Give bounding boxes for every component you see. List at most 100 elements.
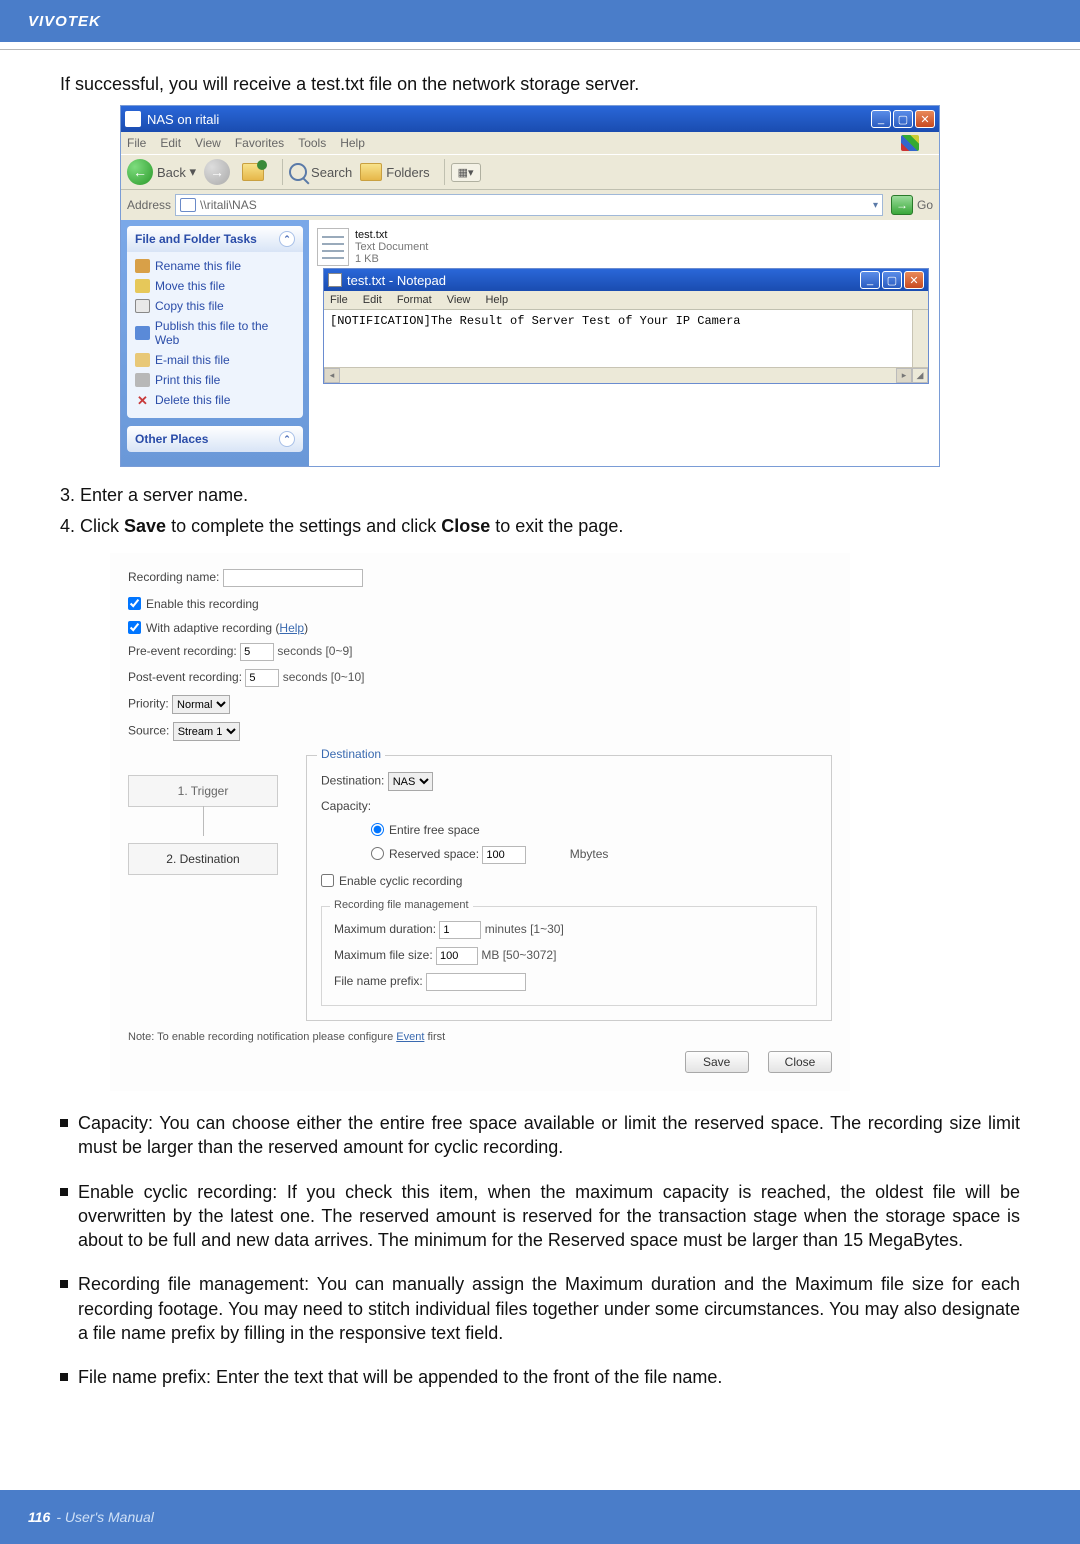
capacity-reserved-label: Reserved space: [389, 847, 479, 861]
address-label: Address [127, 198, 171, 212]
close-button[interactable]: ✕ [915, 110, 935, 128]
enable-recording-label: Enable this recording [146, 597, 259, 611]
collapse-icon[interactable]: ⌃ [279, 431, 295, 447]
tasks-panel: File and Folder Tasks⌃ Rename this file … [121, 220, 309, 466]
np-hscrollbar[interactable]: ◂▸◢ [324, 367, 928, 383]
np-close-button[interactable]: ✕ [904, 271, 924, 289]
np-maximize-button[interactable]: ▢ [882, 271, 902, 289]
search-button[interactable]: Search [289, 163, 352, 181]
nas-icon [125, 111, 141, 127]
page-number: 116 [28, 1509, 50, 1525]
menu-tools[interactable]: Tools [298, 136, 326, 150]
destination-legend: Destination [317, 747, 385, 761]
collapse-icon[interactable]: ⌃ [279, 231, 295, 247]
task-copy[interactable]: Copy this file [135, 296, 295, 316]
copy-icon [135, 299, 150, 313]
footer-label: - User's Manual [56, 1509, 154, 1525]
np-body[interactable]: [NOTIFICATION]The Result of Server Test … [324, 309, 928, 383]
folders-button[interactable]: Folders [360, 163, 429, 181]
menu-edit[interactable]: Edit [160, 136, 181, 150]
priority-select[interactable]: Normal [172, 695, 230, 714]
np-minimize-button[interactable]: _ [860, 271, 880, 289]
menu-view[interactable]: View [195, 136, 221, 150]
menu-favorites[interactable]: Favorites [235, 136, 284, 150]
notepad-title: test.txt - Notepad [347, 273, 446, 288]
save-button[interactable]: Save [685, 1051, 749, 1073]
max-filesize-label: Maximum file size: [334, 948, 433, 962]
adaptive-recording-checkbox[interactable] [128, 621, 141, 634]
cyclic-checkbox[interactable] [321, 874, 334, 887]
windows-flag-icon [901, 135, 919, 151]
capacity-entire-radio[interactable] [371, 823, 384, 836]
source-select[interactable]: Stream 1 [173, 722, 240, 741]
max-duration-label: Maximum duration: [334, 922, 436, 936]
address-dropdown-icon[interactable]: ▾ [873, 200, 878, 211]
pre-event-label: Pre-event recording: [128, 644, 237, 658]
event-link[interactable]: Event [396, 1031, 424, 1043]
pane-file-folder-tasks[interactable]: File and Folder Tasks⌃ [127, 226, 303, 252]
np-menu-help[interactable]: Help [485, 294, 508, 306]
destination-select[interactable]: NAS [388, 772, 433, 791]
source-label: Source: [128, 724, 169, 738]
brand-label: VIVOTEK [28, 13, 101, 30]
close-button-form[interactable]: Close [768, 1051, 832, 1073]
rename-icon [135, 259, 150, 273]
np-menu-format[interactable]: Format [397, 294, 432, 306]
task-print[interactable]: Print this file [135, 370, 295, 390]
task-delete[interactable]: ✕Delete this file [135, 390, 295, 410]
max-filesize-unit: MB [50~3072] [481, 948, 556, 962]
views-button[interactable]: ▦▾ [451, 163, 481, 182]
wizard-step-destination[interactable]: 2. Destination [128, 843, 278, 875]
page-footer: 116 - User's Manual [0, 1490, 1080, 1544]
text-file-icon [317, 228, 349, 266]
notepad-window: test.txt - Notepad _ ▢ ✕ File Edit Forma… [323, 268, 929, 384]
wizard-step-trigger[interactable]: 1. Trigger [128, 775, 278, 807]
file-mgmt-group: Recording file management Maximum durati… [321, 906, 817, 1006]
menubar: File Edit View Favorites Tools Help [121, 132, 939, 154]
cyclic-label: Enable cyclic recording [339, 874, 462, 888]
menu-help[interactable]: Help [340, 136, 365, 150]
nas-share-icon [180, 198, 196, 212]
maximize-button[interactable]: ▢ [893, 110, 913, 128]
pre-event-input[interactable] [240, 643, 274, 661]
go-button[interactable]: → [891, 195, 913, 215]
pane-other-places[interactable]: Other Places⌃ [127, 426, 303, 452]
task-move[interactable]: Move this file [135, 276, 295, 296]
task-publish[interactable]: Publish this file to the Web [135, 316, 295, 350]
recording-settings-form: Recording name: Enable this recording Wi… [110, 553, 850, 1091]
np-menu-edit[interactable]: Edit [363, 294, 382, 306]
step-4: 4. Click Save to complete the settings a… [60, 516, 1020, 537]
reserved-unit: Mbytes [570, 847, 609, 861]
file-item-test-txt[interactable]: test.txt Text Document 1 KB [317, 228, 931, 266]
np-vscrollbar[interactable] [912, 310, 928, 367]
forward-button[interactable]: → [204, 159, 234, 185]
recording-name-input[interactable] [223, 569, 363, 587]
toolbar: ←Back ▾ → Search Folders ▦▾ [121, 154, 939, 190]
up-button[interactable] [242, 163, 268, 181]
reserved-space-input[interactable] [482, 846, 526, 864]
np-menu-view[interactable]: View [447, 294, 471, 306]
publish-icon [135, 326, 150, 340]
minimize-button[interactable]: _ [871, 110, 891, 128]
task-rename[interactable]: Rename this file [135, 256, 295, 276]
max-duration-unit: minutes [1~30] [485, 922, 564, 936]
print-icon [135, 373, 150, 387]
menu-file[interactable]: File [127, 136, 146, 150]
np-menu-file[interactable]: File [330, 294, 348, 306]
enable-recording-checkbox[interactable] [128, 597, 141, 610]
max-duration-input[interactable] [439, 921, 481, 939]
intro-text: If successful, you will receive a test.t… [60, 74, 1020, 95]
address-bar: Address \\ritali\NAS ▾ → Go [121, 190, 939, 220]
task-email[interactable]: E-mail this file [135, 350, 295, 370]
post-event-label: Post-event recording: [128, 670, 242, 684]
capacity-reserved-radio[interactable] [371, 847, 384, 860]
np-menubar: File Edit Format View Help [324, 291, 928, 309]
post-event-input[interactable] [245, 669, 279, 687]
prefix-input[interactable] [426, 973, 526, 991]
max-filesize-input[interactable] [436, 947, 478, 965]
address-field[interactable]: \\ritali\NAS ▾ [175, 194, 883, 216]
back-button[interactable]: ←Back ▾ [127, 159, 196, 185]
help-link[interactable]: Help [279, 621, 304, 635]
step-3: 3. Enter a server name. [60, 485, 1020, 506]
move-icon [135, 279, 150, 293]
